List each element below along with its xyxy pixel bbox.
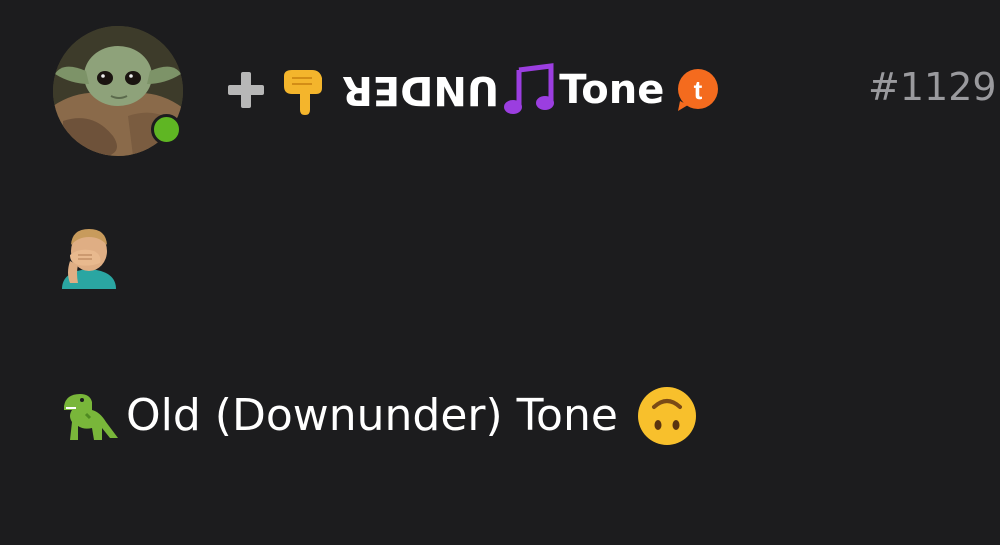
backhand-index-pointing-down-icon (278, 64, 330, 116)
message-text: Old (Downunder) Tone (126, 390, 618, 441)
display-name[interactable]: UNDER Tone t (222, 60, 720, 120)
post-card: UNDER Tone t #1129 Old (Downunder) Tone (0, 0, 1000, 545)
upside-down-face-icon (636, 385, 698, 447)
display-name-suffix: Tone (559, 67, 665, 113)
heavy-plus-icon (222, 66, 270, 114)
display-name-flipped-text: UNDER (342, 67, 500, 113)
user-id: #1129 (868, 65, 997, 109)
message-line: Old (Downunder) Tone (56, 385, 698, 447)
online-status-indicator (151, 114, 182, 145)
tumblr-speech-badge-icon: t (674, 67, 720, 113)
man-facepalming-icon (60, 225, 118, 289)
t-rex-icon (56, 388, 122, 444)
musical-note-icon (501, 62, 557, 118)
svg-text:t: t (694, 75, 703, 105)
